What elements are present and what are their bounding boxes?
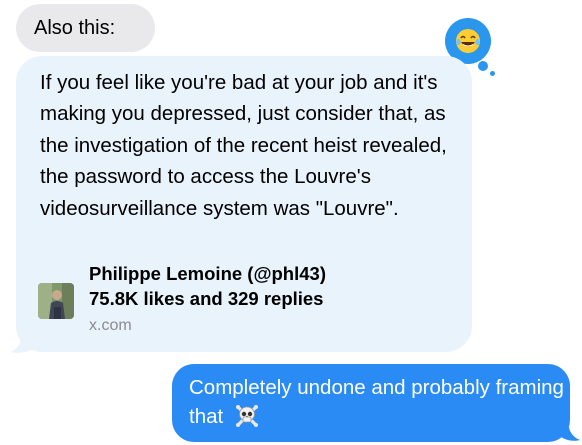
author-photo-icon (38, 283, 74, 319)
intro-message-text: Also this: (34, 17, 116, 39)
intro-message-bubble[interactable]: Also this: (16, 4, 155, 52)
author-avatar[interactable] (38, 283, 74, 319)
skull-crossbones-icon (235, 405, 258, 427)
shared-post-text: If you feel like you're bad at your job … (40, 71, 447, 220)
link-author[interactable]: Philippe Lemoine (@phl43) (89, 262, 326, 286)
laughing-tears-emoji-icon (456, 29, 480, 53)
link-stats: 75.8K likes and 329 replies (89, 288, 324, 309)
bubble-tail (10, 332, 38, 353)
reaction-tail-dot (478, 61, 488, 71)
link-domain[interactable]: x.com (89, 314, 132, 338)
reaction-tail-dot-small (490, 71, 495, 76)
reply-message-text: Completely undone and probably framing t… (189, 373, 569, 431)
